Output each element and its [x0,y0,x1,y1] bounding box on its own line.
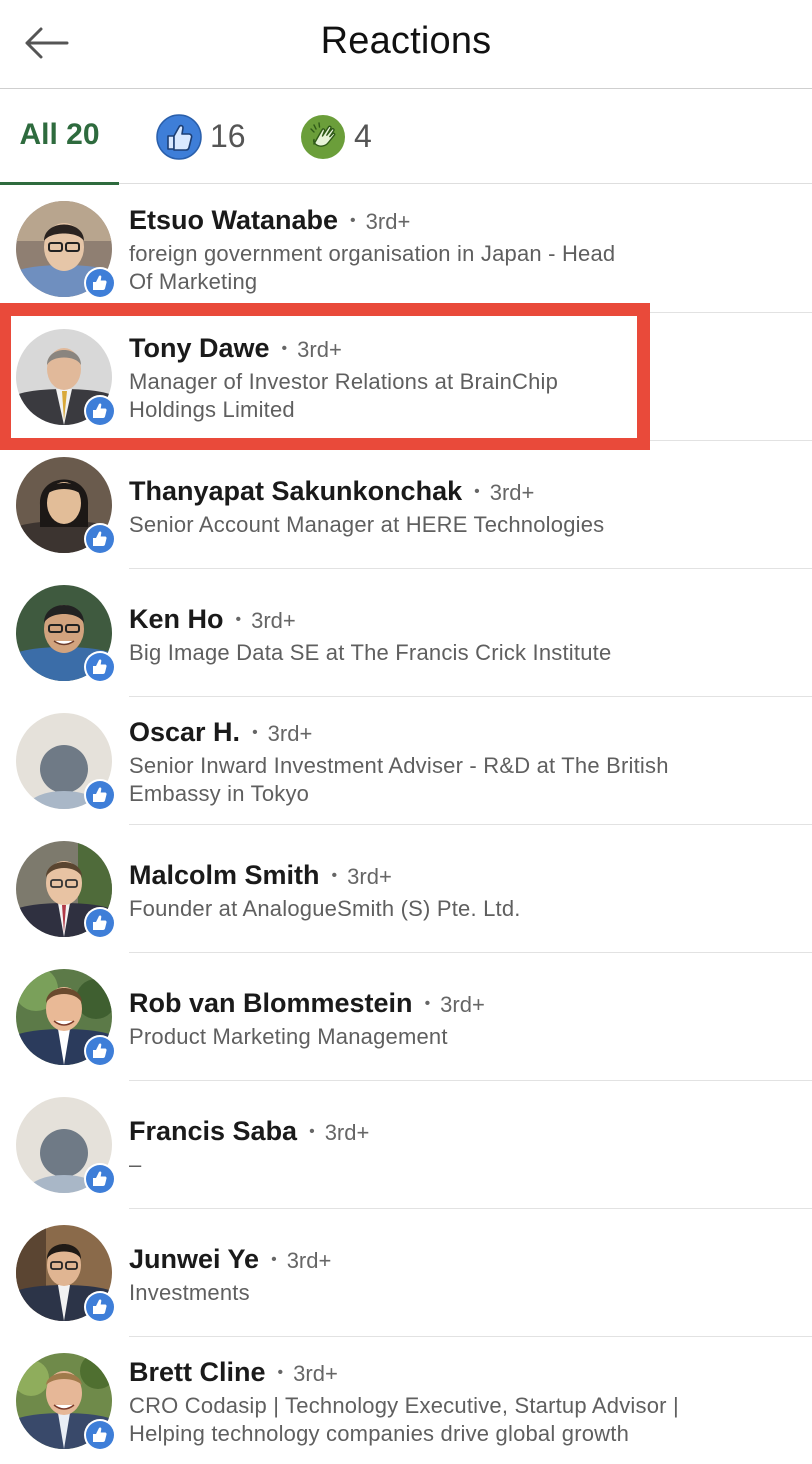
separator-dot: • [350,212,356,229]
list-item[interactable]: Etsuo Watanabe • 3rd+ foreign government o… [0,185,812,313]
reactor-name[interactable]: Ken Ho [129,604,224,635]
reactor-name[interactable]: Etsuo Watanabe [129,205,338,236]
list-item[interactable]: Brett Cline • 3rd+ CRO Codasip | Technolog… [0,1337,812,1464]
tab-all-label: All 20 [19,117,100,151]
like-icon [93,659,107,674]
tab-like[interactable]: 16 [156,89,246,184]
like-icon [93,1299,107,1314]
like-icon [156,113,202,160]
like-badge [84,267,116,299]
reactor-name[interactable]: Tony Dawe [129,333,270,364]
connection-degree: 3rd+ [489,480,535,505]
reactor-headline: foreign government organisation in Japan… [129,241,616,294]
like-badge [84,1291,116,1323]
like-icon [93,1171,107,1186]
reactor-headline: Founder at AnalogueSmith (S) Pte. Ltd. [129,896,521,921]
like-badge [84,651,116,683]
reactor-headline: – [129,1152,142,1177]
connection-degree: 3rd+ [365,209,411,234]
connection-degree: 3rd+ [293,1361,338,1386]
like-count: 16 [210,118,246,154]
separator-dot: • [424,995,431,1012]
connection-degree: 3rd+ [347,864,392,889]
reactor-name[interactable]: Malcolm Smith [129,860,320,891]
top-bar: Reactions [0,0,812,89]
like-icon [93,275,107,290]
like-icon [93,787,107,802]
separator-dot: • [235,611,242,628]
like-badge [84,779,116,811]
reactor-headline: Product Marketing Management [129,1024,448,1049]
reactor-headline: Manager of Investor Relations at BrainCh… [129,369,559,422]
separator-dot: • [281,340,288,357]
page-title: Reactions [320,20,492,62]
like-badge [84,907,116,939]
tab-celebrate[interactable]: 4 [300,89,372,184]
reaction-tabs: All 20 16 4 [0,89,812,185]
like-icon [93,531,107,546]
list-item[interactable]: Thanyapat Sakunkonchak • 3rd+ Senior Accou… [0,441,812,569]
list-item[interactable]: Oscar H. • 3rd+ Senior Inward Investment A… [0,697,812,825]
separator-dot: • [277,1364,284,1381]
reactions-list: Etsuo Watanabe • 3rd+ foreign government o… [0,185,812,1464]
like-icon [93,1043,107,1058]
reactor-name[interactable]: Junwei Ye [129,1244,259,1275]
separator-dot: • [331,867,338,884]
connection-degree: 3rd+ [324,1120,370,1145]
list-item[interactable]: Rob van Blommestein • 3rd+ Product Marketi… [0,953,812,1081]
list-item[interactable]: Malcolm Smith • 3rd+ Founder at AnalogueSm… [0,825,812,953]
list-item[interactable]: Junwei Ye • 3rd+ Investments [0,1209,812,1337]
connection-degree: 3rd+ [297,337,342,362]
reactor-name[interactable]: Brett Cline [129,1357,266,1388]
list-item[interactable]: Ken Ho • 3rd+ Big Image Data SE at The Fra… [0,569,812,697]
like-badge [84,1163,116,1195]
like-badge [84,1035,116,1067]
list-item[interactable]: Francis Saba • 3rd+ – [0,1081,812,1209]
reactor-headline: Senior Inward Investment Adviser - R&D a… [129,753,669,806]
like-badge [84,523,116,555]
clap-icon [301,114,345,159]
separator-dot: • [252,724,258,741]
reactor-name[interactable]: Thanyapat Sakunkonchak [129,476,462,507]
connection-degree: 3rd+ [267,721,313,746]
like-icon [93,403,107,418]
separator-dot: • [474,483,480,500]
reactor-name[interactable]: Rob van Blommestein [129,988,413,1019]
like-badge [84,395,116,427]
connection-degree: 3rd+ [440,992,485,1017]
tab-all[interactable]: All 20 [0,89,119,185]
reactor-headline: Investments [129,1280,250,1305]
reactor-headline: Big Image Data SE at The Francis Crick I… [129,640,612,665]
reactor-name[interactable]: Francis Saba [129,1116,297,1147]
like-icon [93,915,107,930]
like-icon [93,1427,107,1442]
separator-dot: • [309,1123,315,1140]
list-item[interactable]: Tony Dawe • 3rd+ Manager of Investor Relat… [0,313,812,441]
reactor-headline: Senior Account Manager at HERE Technolog… [129,512,605,537]
clap-count: 4 [354,118,372,154]
connection-degree: 3rd+ [251,608,296,633]
connection-degree: 3rd+ [286,1248,332,1273]
reactor-headline: CRO Codasip | Technology Executive, Star… [129,1393,679,1446]
separator-dot: • [271,1251,277,1268]
like-badge [84,1419,116,1451]
reactor-name[interactable]: Oscar H. [129,717,240,748]
